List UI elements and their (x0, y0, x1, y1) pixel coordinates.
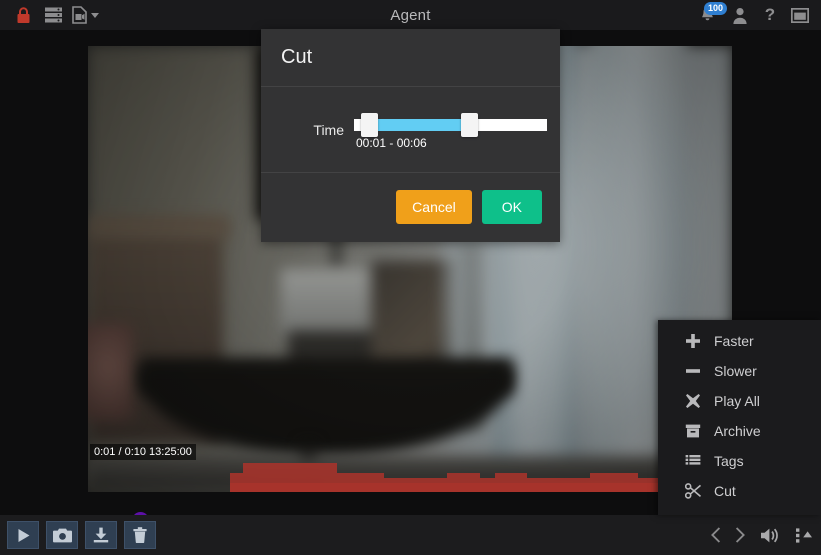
next-button[interactable] (735, 527, 746, 543)
motion-activity-histogram (88, 462, 732, 492)
play-button[interactable] (7, 521, 39, 549)
cancel-button[interactable]: Cancel (396, 190, 472, 224)
user-icon[interactable] (725, 0, 755, 30)
menu-item-tags[interactable]: Tags (658, 446, 821, 476)
menu-item-label: Faster (714, 333, 754, 349)
dialog-title: Cut (281, 46, 313, 68)
bell-badge: 100 (704, 2, 728, 15)
layout-icon[interactable] (785, 0, 815, 30)
context-menu[interactable]: Faster Slower Play All Archive Tags Cut (658, 320, 821, 515)
ok-button[interactable]: OK (481, 190, 542, 224)
bell-icon[interactable]: 100 (689, 0, 728, 30)
server-list-icon[interactable] (38, 0, 68, 30)
top-toolbar-right-group: 100 ? (689, 0, 815, 30)
help-icon[interactable]: ? (755, 0, 785, 30)
dialog-footer: Cancel OK (261, 173, 560, 241)
cut-dialog: Cut Time 00:01 - 00:06 Cancel OK (261, 29, 560, 242)
menu-item-slower[interactable]: Slower (658, 356, 821, 386)
help-glyph: ? (764, 5, 776, 24)
dialog-body: Time 00:01 - 00:06 (261, 87, 560, 173)
delete-button[interactable] (124, 521, 156, 549)
file-video-icon[interactable] (68, 0, 90, 30)
close-icon (684, 392, 702, 410)
motion-bar-segment (229, 483, 732, 492)
bottom-toolbar (0, 515, 821, 555)
top-toolbar-left-group (0, 0, 99, 30)
video-timestamp-overlay: 0:01 / 0:10 13:25:00 (90, 444, 196, 460)
top-toolbar: Agent 100 ? (0, 0, 821, 30)
plus-icon (684, 332, 702, 350)
minus-icon (684, 362, 702, 380)
scissors-icon (684, 482, 702, 500)
snapshot-button[interactable] (46, 521, 78, 549)
slider-handle-start[interactable] (360, 112, 378, 137)
more-button[interactable] (795, 527, 813, 544)
chevron-down-icon[interactable] (91, 12, 99, 18)
volume-button[interactable] (760, 527, 781, 544)
menu-item-archive[interactable]: Archive (658, 416, 821, 446)
tags-icon (684, 452, 702, 470)
time-range-slider[interactable]: 00:01 - 00:06 (354, 110, 547, 150)
bottom-toolbar-left-group (0, 521, 156, 549)
menu-item-label: Play All (714, 393, 760, 409)
menu-item-label: Slower (714, 363, 757, 379)
slider-value-text: 00:01 - 00:06 (356, 135, 427, 150)
lock-icon[interactable] (8, 0, 38, 30)
slider-handle-end[interactable] (460, 112, 478, 137)
app-window: Agent 100 ? 0:01 / 0:10 13:25:00 Faster … (0, 0, 821, 555)
menu-item-faster[interactable]: Faster (658, 326, 821, 356)
menu-item-play-all[interactable]: Play All (658, 386, 821, 416)
dialog-header: Cut (261, 29, 560, 87)
time-field-label: Time (313, 121, 344, 138)
download-button[interactable] (85, 521, 117, 549)
menu-item-cut[interactable]: Cut (658, 476, 821, 506)
menu-item-label: Cut (714, 483, 736, 499)
slider-selected-range (365, 118, 466, 131)
bottom-toolbar-right-group (710, 515, 813, 555)
prev-button[interactable] (710, 527, 721, 543)
archive-icon (684, 422, 702, 440)
menu-item-label: Archive (714, 423, 761, 439)
menu-item-label: Tags (714, 453, 744, 469)
